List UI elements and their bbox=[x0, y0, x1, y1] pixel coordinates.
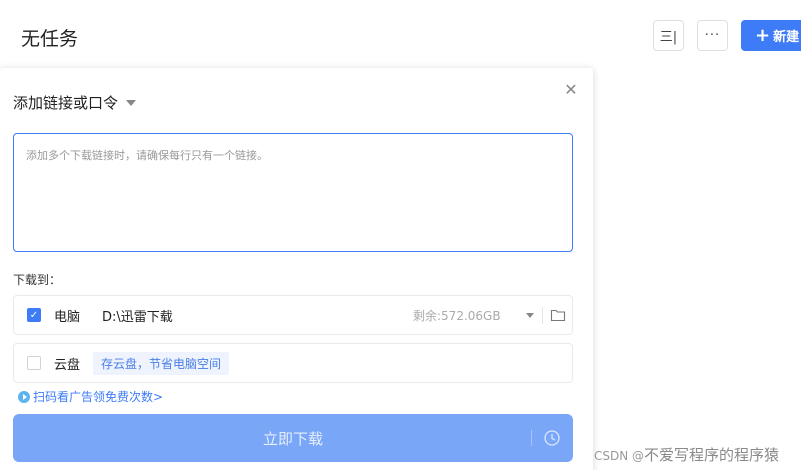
page-title: 无任务 bbox=[21, 28, 79, 50]
ad-link[interactable]: 扫码看广告领免费次数> bbox=[18, 388, 163, 405]
watermark: CSDN @不爱写程序的程序猿 bbox=[594, 444, 779, 465]
ad-link-label: 扫码看广告领免费次数> bbox=[33, 390, 164, 404]
link-input[interactable] bbox=[13, 133, 573, 252]
dialog-title-dropdown[interactable]: 添加链接或口令 bbox=[13, 92, 137, 113]
play-icon bbox=[18, 390, 30, 403]
row-divider bbox=[542, 307, 543, 324]
watermark-name: 不爱写程序的程序猿 bbox=[644, 446, 780, 464]
download-path: D:\迅雷下载 bbox=[102, 309, 173, 325]
clock-icon[interactable] bbox=[543, 429, 561, 447]
dialog-title: 添加链接或口令 bbox=[13, 94, 119, 112]
add-link-dialog: 添加链接或口令 ✕ 下载到： ✓ 电脑 D:\迅雷下载 剩余:572.06GB … bbox=[0, 68, 593, 470]
free-space: 剩余:572.06GB bbox=[413, 308, 501, 323]
new-task-button[interactable]: + 新建 bbox=[741, 20, 801, 51]
cloud-label: 云盘 bbox=[54, 357, 81, 373]
caret-down-icon bbox=[126, 99, 137, 106]
download-now-label: 立即下载 bbox=[262, 429, 323, 448]
sort-icon: 三| bbox=[659, 30, 678, 45]
cloud-tip-badge: 存云盘，节省电脑空间 bbox=[93, 351, 230, 375]
save-to-label: 下载到： bbox=[13, 273, 62, 287]
pc-label: 电脑 bbox=[54, 309, 81, 325]
pc-checkbox[interactable]: ✓ bbox=[27, 308, 41, 322]
folder-icon[interactable] bbox=[550, 307, 566, 323]
watermark-prefix: CSDN @ bbox=[594, 449, 645, 463]
more-button[interactable]: ··· bbox=[697, 20, 728, 51]
path-dropdown-icon[interactable] bbox=[526, 312, 534, 318]
cloud-checkbox[interactable] bbox=[27, 356, 41, 370]
sort-button[interactable]: 三| bbox=[653, 20, 684, 51]
save-to-pc-row[interactable]: ✓ 电脑 D:\迅雷下载 剩余:572.06GB bbox=[13, 295, 573, 335]
plus-icon: + bbox=[755, 24, 771, 46]
more-icon: ··· bbox=[704, 28, 721, 43]
new-task-label: 新建 bbox=[773, 30, 800, 45]
save-to-cloud-row[interactable]: 云盘 存云盘，节省电脑空间 bbox=[13, 343, 573, 383]
close-icon[interactable]: ✕ bbox=[563, 82, 579, 98]
button-divider bbox=[531, 430, 532, 446]
download-now-button[interactable]: 立即下载 bbox=[13, 414, 573, 462]
